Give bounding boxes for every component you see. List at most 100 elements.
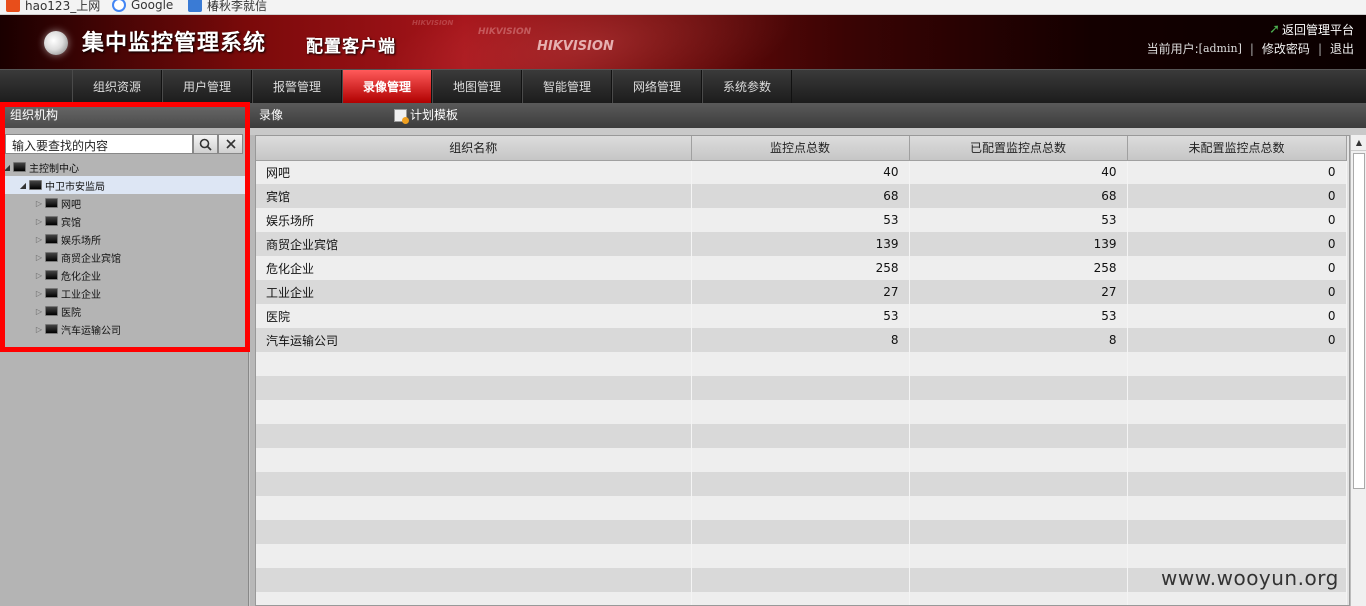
empty-row (256, 472, 1347, 496)
folder-icon (45, 252, 58, 262)
app-title: 集中监控管理系统 (82, 31, 267, 56)
clear-search-button[interactable] (218, 134, 243, 154)
empty-row (256, 400, 1347, 424)
brand-watermark: HIKVISION (478, 27, 532, 37)
app-header: 集中监控管理系统 配置客户端 HIKVISION HIKVISION HIKVI… (0, 15, 1366, 69)
bookmark-google[interactable]: Google (112, 0, 173, 14)
folder-icon (45, 216, 58, 226)
close-icon (225, 139, 236, 149)
collapse-toggle-icon[interactable]: ▷ (35, 325, 43, 334)
vertical-scrollbar[interactable]: ▲ (1350, 135, 1366, 606)
empty-row (256, 520, 1347, 544)
collapse-toggle-icon[interactable]: ▷ (35, 235, 43, 244)
back-to-platform-link[interactable]: ➚ 返回管理平台 (1269, 21, 1354, 38)
logo-icon (44, 31, 68, 55)
bookmark-icon (188, 0, 202, 12)
scrollbar-thumb[interactable] (1353, 153, 1365, 489)
recording-panel: 录像 计划模板 组织名称 监控点总数 已配置监控点总数 未配置监控点总数 网吧 4… (250, 103, 1366, 606)
folder-icon (29, 180, 42, 190)
table-row[interactable]: 工业企业 27 27 0 (256, 280, 1347, 304)
empty-row (256, 376, 1347, 400)
table-row[interactable]: 宾馆 68 68 0 (256, 184, 1347, 208)
table-row[interactable]: 医院 53 53 0 (256, 304, 1347, 328)
search-icon (199, 138, 212, 151)
collapse-toggle-icon[interactable]: ▷ (35, 271, 43, 280)
tab-schedule-template[interactable]: 计划模板 (394, 103, 458, 128)
bookmark-third[interactable]: 椿秋李就信 (188, 0, 267, 14)
change-password-link[interactable]: 修改密码 (1262, 40, 1310, 57)
return-arrow-icon: ➚ (1269, 22, 1280, 37)
folder-icon (45, 306, 58, 316)
column-header[interactable]: 组织名称 (256, 136, 692, 161)
tree-node-leaf[interactable]: ▷ 工业企业 (3, 284, 245, 302)
collapse-toggle-icon[interactable]: ▷ (35, 289, 43, 298)
table-row[interactable]: 商贸企业宾馆 139 139 0 (256, 232, 1347, 256)
expand-toggle-icon[interactable]: ◢ (19, 181, 27, 190)
column-header[interactable]: 监控点总数 (691, 136, 910, 161)
tab-recording[interactable]: 录像 (250, 103, 390, 128)
user-info: 当前用户: [admin] | 修改密码 | 退出 (1146, 40, 1354, 57)
empty-row (256, 496, 1347, 520)
nav-smart-management[interactable]: 智能管理 (522, 70, 612, 103)
folder-icon (45, 198, 58, 208)
nav-recording-management[interactable]: 录像管理 (342, 70, 432, 103)
nav-user-management[interactable]: 用户管理 (162, 70, 252, 103)
bookmarks-bar: hao123_上网 Google 椿秋李就信 (0, 0, 1366, 15)
column-header[interactable]: 已配置监控点总数 (909, 136, 1128, 161)
org-tree: ◢ 主控制中心 ◢ 中卫市安监局 ▷ 网吧 ▷ 宾馆 ▷ 娱乐场所 ▷ 商贸企业… (3, 158, 245, 338)
main-nav: 组织资源 用户管理 报警管理 录像管理 地图管理 智能管理 网络管理 系统参数 (0, 69, 1366, 103)
table-row[interactable]: 汽车运输公司 8 8 0 (256, 328, 1347, 352)
tree-node-leaf[interactable]: ▷ 商贸企业宾馆 (3, 248, 245, 266)
stats-table: 组织名称 监控点总数 已配置监控点总数 未配置监控点总数 网吧 40 40 0 宾馆 6… (255, 135, 1350, 606)
folder-icon (45, 270, 58, 280)
collapse-toggle-icon[interactable]: ▷ (35, 199, 43, 208)
bookmark-hao123[interactable]: hao123_上网 (6, 0, 100, 14)
collapse-toggle-icon[interactable]: ▷ (35, 307, 43, 316)
tree-node-leaf[interactable]: ▷ 汽车运输公司 (3, 320, 245, 338)
tree-node-leaf[interactable]: ▷ 网吧 (3, 194, 245, 212)
scroll-up-icon[interactable]: ▲ (1351, 135, 1366, 151)
empty-row (256, 424, 1347, 448)
google-icon (112, 0, 126, 12)
org-search-input[interactable]: 输入要查找的内容 (5, 134, 193, 154)
expand-toggle-icon[interactable]: ◢ (3, 163, 11, 172)
brand-watermark: HIKVISION (412, 19, 454, 27)
org-search: 输入要查找的内容 (5, 134, 243, 154)
empty-row (256, 592, 1347, 605)
site-watermark: www.wooyun.org (1161, 566, 1339, 590)
nav-network-management[interactable]: 网络管理 (612, 70, 702, 103)
nav-map-management[interactable]: 地图管理 (432, 70, 522, 103)
tree-node-leaf[interactable]: ▷ 宾馆 (3, 212, 245, 230)
tree-node-leaf[interactable]: ▷ 医院 (3, 302, 245, 320)
column-header[interactable]: 未配置监控点总数 (1127, 136, 1347, 161)
collapse-toggle-icon[interactable]: ▷ (35, 253, 43, 262)
folder-icon (45, 234, 58, 244)
sub-toolbar: 录像 计划模板 (250, 103, 1366, 128)
table-row[interactable]: 危化企业 258 258 0 (256, 256, 1347, 280)
search-button[interactable] (193, 134, 218, 154)
nav-org-resources[interactable]: 组织资源 (72, 70, 162, 103)
brand-logo: HIKVISION (537, 39, 614, 54)
org-panel-title: 组织机构 (0, 103, 248, 128)
table-row[interactable]: 网吧 40 40 0 (256, 160, 1347, 184)
template-icon (394, 109, 409, 124)
collapse-toggle-icon[interactable]: ▷ (35, 217, 43, 226)
app-subtitle: 配置客户端 (306, 37, 396, 57)
empty-row (256, 352, 1347, 376)
org-panel: 组织机构 输入要查找的内容 ◢ 主控制中心 ◢ 中卫市安监局 ▷ 网吧 ▷ 宾馆 (0, 103, 249, 606)
tree-node-root[interactable]: ◢ 主控制中心 (3, 158, 245, 176)
nav-alarm-management[interactable]: 报警管理 (252, 70, 342, 103)
table-row[interactable]: 娱乐场所 53 53 0 (256, 208, 1347, 232)
nav-system-parameters[interactable]: 系统参数 (702, 70, 792, 103)
current-username: [admin] (1198, 42, 1242, 55)
hao123-icon (6, 0, 20, 12)
tree-node-leaf[interactable]: ▷ 危化企业 (3, 266, 245, 284)
empty-row (256, 544, 1347, 568)
logout-link[interactable]: 退出 (1330, 40, 1354, 57)
tree-node-leaf[interactable]: ▷ 娱乐场所 (3, 230, 245, 248)
folder-icon (45, 324, 58, 334)
empty-row (256, 448, 1347, 472)
folder-icon (45, 288, 58, 298)
tree-node-city[interactable]: ◢ 中卫市安监局 (3, 176, 245, 194)
folder-icon (13, 162, 26, 172)
